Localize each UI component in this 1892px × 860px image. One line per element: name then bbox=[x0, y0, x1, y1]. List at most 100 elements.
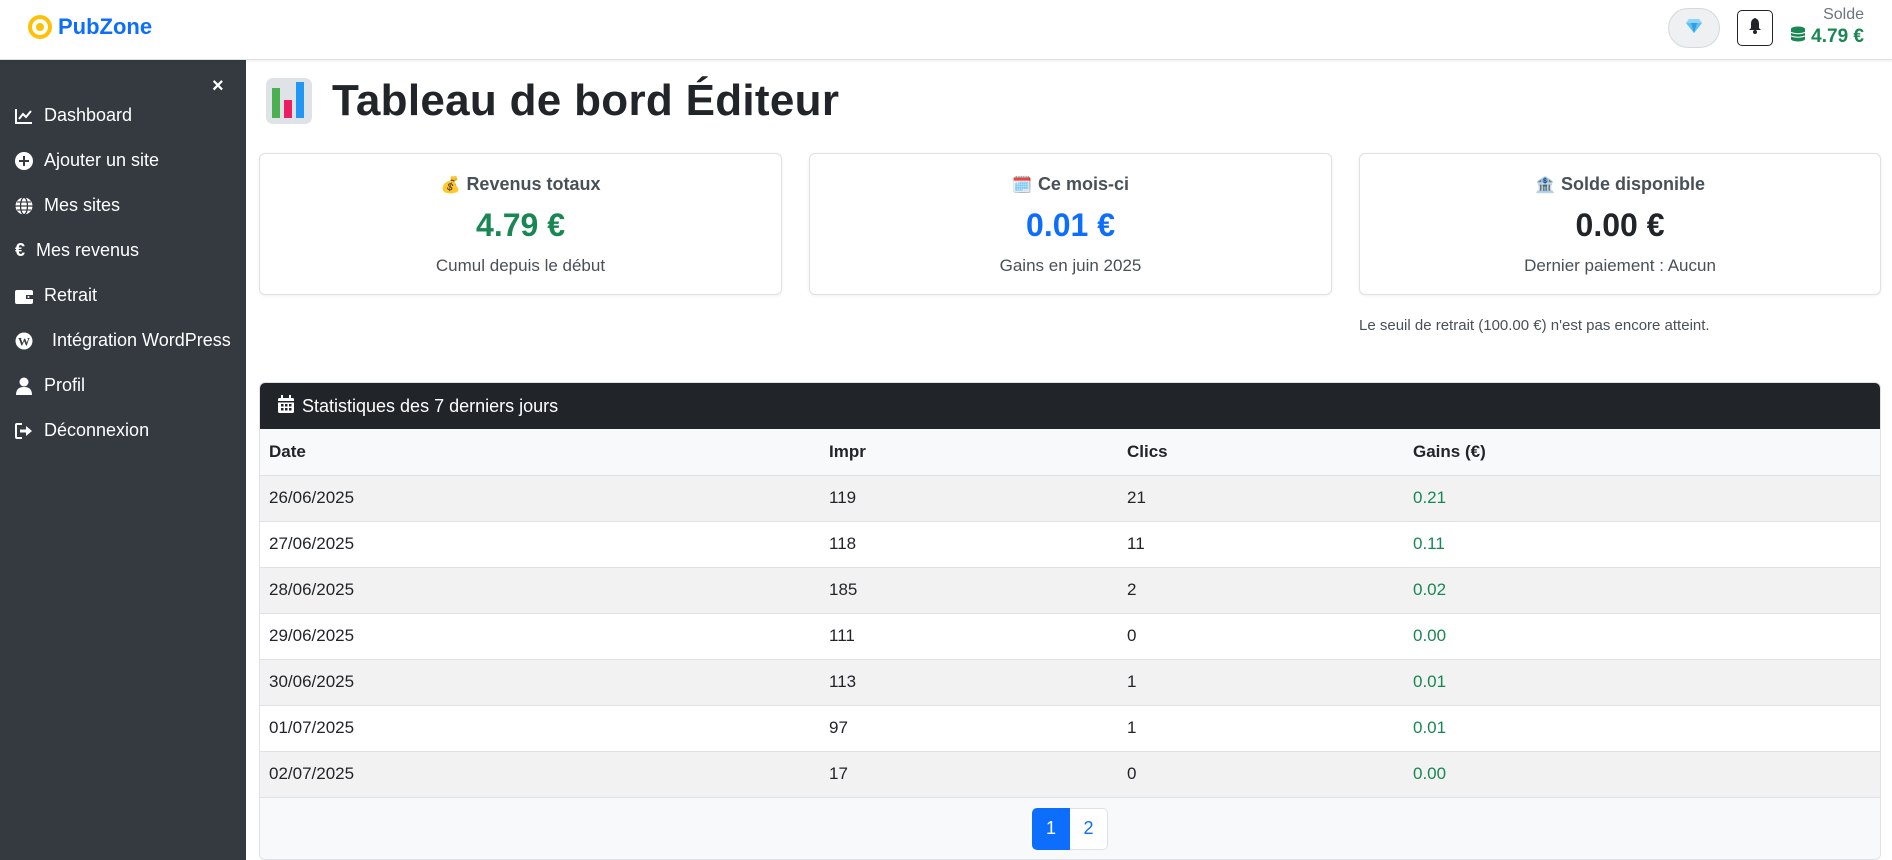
sidebar-item-label: Retrait bbox=[44, 285, 98, 305]
sidebar-item-profile[interactable]: Profil bbox=[14, 363, 231, 408]
header-balance: Solde 4.79 € bbox=[1789, 6, 1864, 48]
card-this-month: 🗓️ Ce mois-ci 0.01 € Gains en juin 2025 bbox=[809, 153, 1332, 295]
cell-impressions: 17 bbox=[820, 751, 1118, 798]
cell-impressions: 113 bbox=[820, 659, 1118, 706]
sidebar-item-label: Mes revenus bbox=[36, 240, 140, 260]
balance-value-wrap: 4.79 € bbox=[1789, 26, 1864, 48]
table-row: 02/07/2025 17 0 0.00 bbox=[260, 751, 1880, 798]
bar-chart-icon bbox=[266, 78, 312, 124]
table-row: 30/06/2025 113 1 0.01 bbox=[260, 659, 1880, 706]
wallet-icon bbox=[14, 286, 34, 306]
card-title-wrap: 🏦 Solde disponible bbox=[1360, 174, 1880, 195]
sidebar-item-label: Profil bbox=[44, 375, 86, 395]
cell-impressions: 118 bbox=[820, 521, 1118, 568]
sidebar-item-label: Ajouter un site bbox=[44, 150, 160, 170]
sidebar-item-logout[interactable]: Déconnexion bbox=[14, 408, 231, 453]
column-header-date[interactable]: Date bbox=[260, 429, 820, 476]
cell-date: 29/06/2025 bbox=[260, 613, 820, 660]
bank-icon: 🏦 bbox=[1535, 176, 1555, 194]
balance-value: 4.79 € bbox=[1811, 26, 1864, 47]
wordpress-icon: W bbox=[14, 331, 34, 351]
sidebar-item-label: Intégration WordPress bbox=[52, 330, 231, 350]
sidebar-item-dashboard[interactable]: Dashboard bbox=[14, 93, 231, 138]
cell-clicks: 2 bbox=[1118, 567, 1404, 614]
card-title: Revenus totaux bbox=[466, 174, 601, 194]
coins-icon bbox=[1789, 26, 1807, 48]
sidebar-item-my-revenue[interactable]: € Mes revenus bbox=[14, 228, 231, 273]
cell-date: 27/06/2025 bbox=[260, 521, 820, 568]
cell-clicks: 1 bbox=[1118, 705, 1404, 752]
sidebar-item-label: Mes sites bbox=[44, 195, 121, 215]
stats-card: Statistiques des 7 derniers jours Date I… bbox=[259, 382, 1881, 860]
card-subtitle: Gains en juin 2025 bbox=[999, 256, 1142, 275]
table-row: 27/06/2025 118 11 0.11 bbox=[260, 521, 1880, 568]
page-title: Tableau de bord Éditeur bbox=[332, 76, 840, 125]
brand-logo[interactable]: PubZone bbox=[28, 12, 152, 42]
page-header: Tableau de bord Éditeur bbox=[266, 76, 839, 126]
cell-clicks: 21 bbox=[1118, 475, 1404, 522]
user-icon bbox=[14, 376, 34, 396]
card-total-revenue: 💰 Revenus totaux 4.79 € Cumul depuis le … bbox=[259, 153, 782, 295]
cell-clicks: 1 bbox=[1118, 659, 1404, 706]
euro-icon: € bbox=[14, 240, 25, 260]
stats-table: Date Impr Clics Gains (€) 26/06/2025 119… bbox=[260, 429, 1880, 798]
premium-button[interactable] bbox=[1668, 8, 1720, 48]
table-row: 29/06/2025 111 0 0.00 bbox=[260, 613, 1880, 660]
sidebar-item-label: Déconnexion bbox=[44, 420, 150, 440]
column-header-gains[interactable]: Gains (€) bbox=[1404, 429, 1880, 476]
cell-gains: 0.02 bbox=[1404, 567, 1880, 614]
card-title: Solde disponible bbox=[1560, 174, 1705, 194]
sidebar-item-label: Dashboard bbox=[44, 105, 133, 125]
brand-name: PubZone bbox=[58, 14, 153, 39]
calendar-icon bbox=[278, 394, 294, 418]
cell-gains: 0.11 bbox=[1404, 521, 1880, 568]
stats-header: Statistiques des 7 derniers jours bbox=[260, 383, 1880, 429]
plus-circle-icon bbox=[14, 151, 34, 171]
pagination-bar: 1 2 bbox=[260, 797, 1880, 859]
sidebar: × Dashboard Ajouter un site Mes sites € … bbox=[0, 56, 246, 860]
page-button-next[interactable]: 2 bbox=[1070, 807, 1108, 850]
cell-date: 30/06/2025 bbox=[260, 659, 820, 706]
column-header-clicks[interactable]: Clics bbox=[1118, 429, 1404, 476]
pagination: 1 2 bbox=[1032, 807, 1108, 850]
cell-date: 26/06/2025 bbox=[260, 475, 820, 522]
column-header-impressions[interactable]: Impr bbox=[820, 429, 1118, 476]
table-row: 26/06/2025 119 21 0.21 bbox=[260, 475, 1880, 522]
cell-impressions: 185 bbox=[820, 567, 1118, 614]
chart-line-icon bbox=[14, 106, 34, 126]
card-available-balance: 🏦 Solde disponible 0.00 € Dernier paieme… bbox=[1359, 153, 1881, 295]
sidebar-item-add-site[interactable]: Ajouter un site bbox=[14, 138, 231, 183]
sidebar-item-withdrawal[interactable]: Retrait bbox=[14, 273, 231, 318]
cell-date: 01/07/2025 bbox=[260, 705, 820, 752]
target-icon bbox=[28, 15, 52, 39]
diamond-icon bbox=[1686, 18, 1702, 38]
sidebar-item-my-sites[interactable]: Mes sites bbox=[14, 183, 231, 228]
calendar-icon: 🗓️ bbox=[1012, 176, 1032, 194]
cell-impressions: 97 bbox=[820, 705, 1118, 752]
cell-clicks: 0 bbox=[1118, 751, 1404, 798]
top-navbar: PubZone Solde 4.79 € bbox=[0, 0, 1892, 60]
cell-date: 02/07/2025 bbox=[260, 751, 820, 798]
sign-out-icon bbox=[14, 421, 34, 441]
globe-icon bbox=[14, 196, 34, 216]
svg-text:W: W bbox=[18, 334, 30, 348]
table-header-row: Date Impr Clics Gains (€) bbox=[260, 429, 1880, 476]
card-value: 0.00 € bbox=[1575, 207, 1665, 243]
withdrawal-threshold-note: Le seuil de retrait (100.00 €) n'est pas… bbox=[1359, 317, 1710, 334]
notifications-button[interactable] bbox=[1737, 10, 1773, 46]
card-subtitle: Cumul depuis le début bbox=[435, 256, 606, 275]
card-title: Ce mois-ci bbox=[1037, 174, 1129, 194]
cell-gains: 0.21 bbox=[1404, 475, 1880, 522]
page-button-current[interactable]: 1 bbox=[1032, 807, 1070, 850]
card-title-wrap: 💰 Revenus totaux bbox=[260, 174, 781, 195]
cell-gains: 0.01 bbox=[1404, 659, 1880, 706]
card-subtitle: Dernier paiement : Aucun bbox=[1524, 256, 1716, 275]
stats-header-title: Statistiques des 7 derniers jours bbox=[302, 395, 559, 416]
card-value: 0.01 € bbox=[1026, 207, 1115, 243]
table-row: 01/07/2025 97 1 0.01 bbox=[260, 705, 1880, 752]
cell-impressions: 111 bbox=[820, 613, 1118, 660]
money-bag-icon: 💰 bbox=[440, 176, 461, 194]
cell-clicks: 11 bbox=[1118, 521, 1404, 568]
table-row: 28/06/2025 185 2 0.02 bbox=[260, 567, 1880, 614]
sidebar-item-wordpress[interactable]: W Intégration WordPress bbox=[14, 318, 231, 363]
